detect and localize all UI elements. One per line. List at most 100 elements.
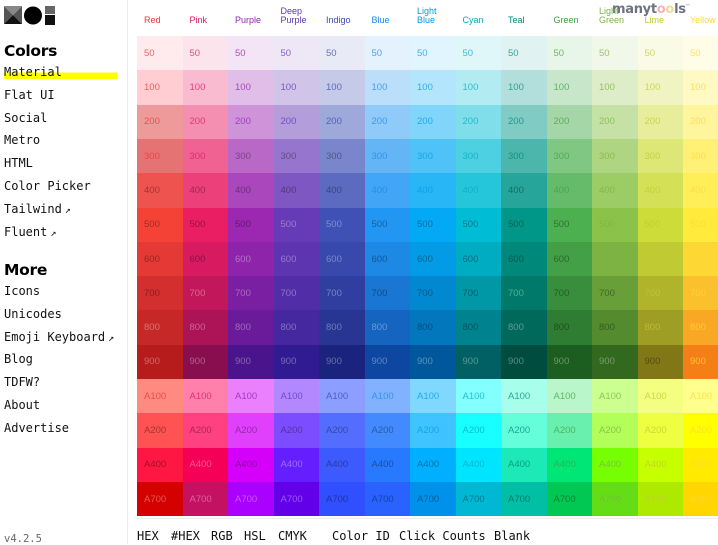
color-swatch-indigo-700[interactable]: 700 (319, 276, 365, 311)
format-button-rgb[interactable]: RGB (211, 529, 233, 543)
color-swatch-lime-a100[interactable]: A100 (637, 379, 684, 414)
color-swatch-cyan-100[interactable]: 100 (455, 70, 502, 105)
color-swatch-red-700[interactable]: 700 (137, 276, 183, 311)
color-swatch-light-blue-50[interactable]: 50 (410, 36, 456, 71)
color-swatch-teal-200[interactable]: 200 (501, 104, 547, 140)
color-swatch-yellow-50[interactable]: 50 (683, 36, 718, 71)
color-swatch-cyan-500[interactable]: 500 (455, 207, 502, 242)
color-swatch-blue-800[interactable]: 800 (364, 310, 411, 345)
color-swatch-pink-a200[interactable]: A200 (182, 413, 229, 448)
color-swatch-purple-800[interactable]: 800 (228, 310, 274, 345)
color-swatch-pink-a400[interactable]: A400 (182, 447, 229, 483)
color-swatch-red-50[interactable]: 50 (137, 36, 183, 71)
color-swatch-light-green-400[interactable]: 400 (592, 173, 638, 208)
nav-item-html[interactable]: HTML (4, 156, 33, 170)
color-swatch-green-50[interactable]: 50 (546, 36, 593, 71)
color-swatch-teal-a700[interactable]: A700 (501, 481, 547, 517)
color-swatch-lime-900[interactable]: 900 (637, 344, 684, 380)
nav-item-blog[interactable]: Blog (4, 352, 33, 366)
color-swatch-light-green-a400[interactable]: A400 (592, 447, 638, 483)
color-swatch-red-400[interactable]: 400 (137, 173, 183, 208)
color-swatch-deep-purple-50[interactable]: 50 (273, 36, 320, 71)
color-swatch-cyan-50[interactable]: 50 (455, 36, 502, 71)
color-swatch-teal-100[interactable]: 100 (501, 70, 547, 105)
color-swatch-deep-purple-400[interactable]: 400 (273, 173, 320, 208)
color-swatch-light-blue-600[interactable]: 600 (410, 241, 456, 277)
color-swatch-purple-a100[interactable]: A100 (228, 379, 274, 414)
color-swatch-green-a700[interactable]: A700 (546, 481, 593, 517)
nav-item-advertise[interactable]: Advertise (4, 421, 69, 435)
color-swatch-teal-900[interactable]: 900 (501, 344, 547, 380)
color-swatch-yellow-100[interactable]: 100 (683, 70, 718, 105)
color-swatch-blue-a700[interactable]: A700 (364, 481, 411, 517)
color-swatch-cyan-900[interactable]: 900 (455, 344, 502, 380)
color-swatch-teal-50[interactable]: 50 (501, 36, 547, 71)
color-swatch-light-green-a200[interactable]: A200 (592, 413, 638, 448)
format-button-blank[interactable]: Blank (494, 529, 530, 543)
color-swatch-light-blue-800[interactable]: 800 (410, 310, 456, 345)
color-swatch-light-blue-500[interactable]: 500 (410, 207, 456, 242)
color-swatch-light-green-700[interactable]: 700 (592, 276, 638, 311)
nav-item-tailwind[interactable]: Tailwind ↗ (4, 202, 71, 216)
color-swatch-green-700[interactable]: 700 (546, 276, 593, 311)
format-button-click-counts[interactable]: Click Counts (399, 529, 486, 543)
color-swatch-cyan-700[interactable]: 700 (455, 276, 502, 311)
color-swatch-light-blue-a100[interactable]: A100 (410, 379, 456, 414)
color-swatch-yellow-800[interactable]: 800 (683, 310, 718, 345)
color-swatch-indigo-300[interactable]: 300 (319, 138, 365, 174)
color-swatch-red-a400[interactable]: A400 (137, 447, 183, 483)
color-swatch-lime-100[interactable]: 100 (637, 70, 684, 105)
color-swatch-light-green-200[interactable]: 200 (592, 104, 638, 140)
nav-item-fluent[interactable]: Fluent ↗ (4, 225, 56, 239)
color-swatch-green-800[interactable]: 800 (546, 310, 593, 345)
color-swatch-light-green-600[interactable]: 600 (592, 241, 638, 277)
color-swatch-light-blue-300[interactable]: 300 (410, 138, 456, 174)
color-swatch-indigo-a400[interactable]: A400 (319, 447, 365, 483)
color-swatch-pink-800[interactable]: 800 (182, 310, 229, 345)
nav-item-flat-ui[interactable]: Flat UI (4, 88, 55, 102)
color-swatch-lime-a200[interactable]: A200 (637, 413, 684, 448)
color-swatch-deep-purple-500[interactable]: 500 (273, 207, 320, 242)
color-swatch-pink-700[interactable]: 700 (182, 276, 229, 311)
color-swatch-teal-600[interactable]: 600 (501, 241, 547, 277)
color-swatch-cyan-a700[interactable]: A700 (455, 481, 502, 517)
color-swatch-blue-a100[interactable]: A100 (364, 379, 411, 414)
color-swatch-deep-purple-100[interactable]: 100 (273, 70, 320, 105)
color-swatch-red-300[interactable]: 300 (137, 138, 183, 174)
color-swatch-light-blue-200[interactable]: 200 (410, 104, 456, 140)
color-swatch-red-800[interactable]: 800 (137, 310, 183, 345)
color-swatch-purple-300[interactable]: 300 (228, 138, 274, 174)
color-swatch-deep-purple-a200[interactable]: A200 (273, 413, 320, 448)
color-swatch-indigo-900[interactable]: 900 (319, 344, 365, 380)
color-swatch-light-green-100[interactable]: 100 (592, 70, 638, 105)
color-swatch-teal-800[interactable]: 800 (501, 310, 547, 345)
color-swatch-pink-200[interactable]: 200 (182, 104, 229, 140)
color-swatch-indigo-a700[interactable]: A700 (319, 481, 365, 517)
color-swatch-red-a200[interactable]: A200 (137, 413, 183, 448)
color-swatch-light-blue-a200[interactable]: A200 (410, 413, 456, 448)
color-swatch-green-200[interactable]: 200 (546, 104, 593, 140)
color-swatch-yellow-a100[interactable]: A100 (683, 379, 718, 414)
color-swatch-light-blue-900[interactable]: 900 (410, 344, 456, 380)
color-swatch-purple-700[interactable]: 700 (228, 276, 274, 311)
color-swatch-teal-400[interactable]: 400 (501, 173, 547, 208)
color-swatch-deep-purple-a700[interactable]: A700 (273, 481, 320, 517)
color-swatch-indigo-600[interactable]: 600 (319, 241, 365, 277)
color-swatch-indigo-800[interactable]: 800 (319, 310, 365, 345)
color-swatch-lime-200[interactable]: 200 (637, 104, 684, 140)
color-swatch-red-900[interactable]: 900 (137, 344, 183, 380)
color-swatch-lime-800[interactable]: 800 (637, 310, 684, 345)
nav-item-emoji-keyboard[interactable]: Emoji Keyboard ↗ (4, 330, 114, 344)
color-swatch-red-100[interactable]: 100 (137, 70, 183, 105)
color-swatch-cyan-a200[interactable]: A200 (455, 413, 502, 448)
color-swatch-light-blue-700[interactable]: 700 (410, 276, 456, 311)
format-button-color-id[interactable]: Color ID (332, 529, 390, 543)
color-swatch-light-blue-a400[interactable]: A400 (410, 447, 456, 483)
color-swatch-purple-a200[interactable]: A200 (228, 413, 274, 448)
color-swatch-deep-purple-900[interactable]: 900 (273, 344, 320, 380)
color-swatch-lime-300[interactable]: 300 (637, 138, 684, 174)
color-swatch-blue-700[interactable]: 700 (364, 276, 411, 311)
color-swatch-blue-50[interactable]: 50 (364, 36, 411, 71)
color-swatch-pink-100[interactable]: 100 (182, 70, 229, 105)
color-swatch-deep-purple-a100[interactable]: A100 (273, 379, 320, 414)
